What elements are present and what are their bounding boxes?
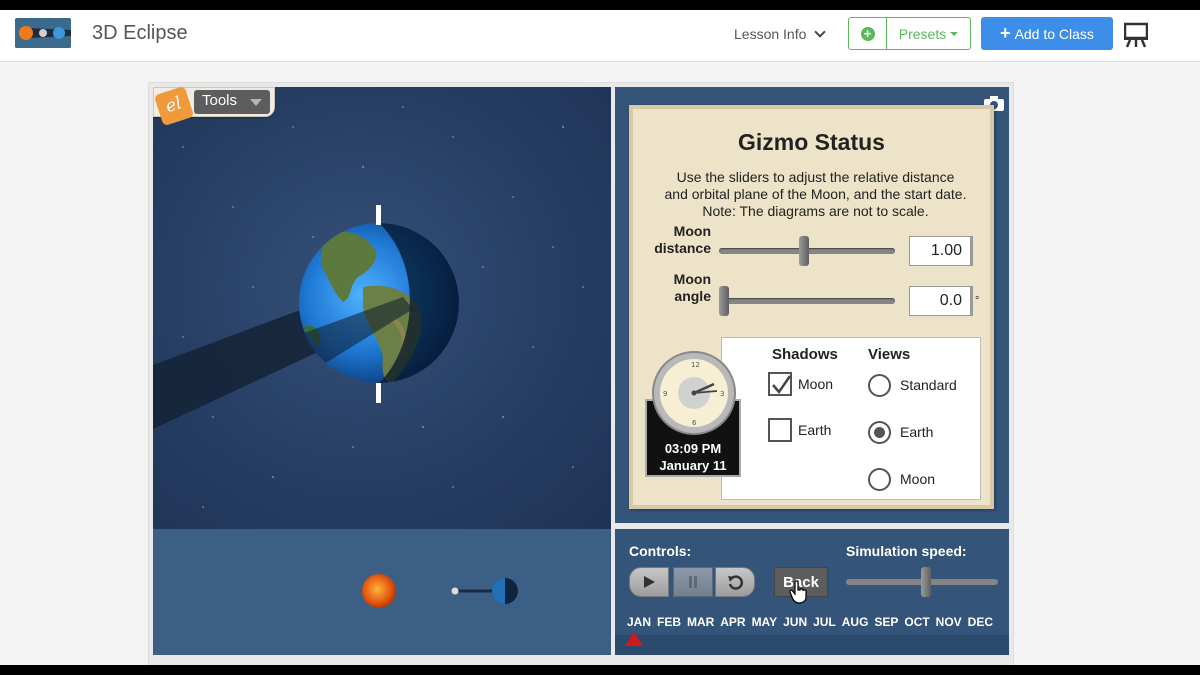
view-moon-radio[interactable] — [868, 468, 891, 491]
month-label-mar: MAR — [686, 615, 715, 629]
svg-text:9: 9 — [663, 390, 667, 398]
simulation-speed-slider-thumb[interactable] — [921, 567, 932, 597]
clock-icon: 12 3 6 9 — [652, 351, 736, 435]
caret-down-icon — [950, 31, 959, 36]
view-moon-label: Moon — [900, 471, 936, 487]
presenter-mode-button[interactable] — [1123, 22, 1149, 48]
app-frame: 3D Eclipse Lesson Info + Presets + Add t… — [0, 10, 1200, 665]
reset-icon — [728, 575, 743, 590]
hand-cursor-icon — [789, 580, 807, 604]
clock-date: January 11 — [659, 458, 727, 473]
month-label-sep: SEP — [874, 615, 899, 629]
play-icon — [644, 576, 655, 588]
gizmo-simulation: el Tools Gizmo Status Use the sliders to… — [148, 82, 1014, 665]
add-to-class-button[interactable]: + Add to Class — [981, 17, 1113, 50]
tools-bar: el Tools — [153, 87, 275, 127]
svg-text:3: 3 — [720, 390, 724, 398]
tools-label: Tools — [202, 92, 238, 109]
shadow-moon-label: Moon — [798, 376, 834, 392]
controls-label: Controls: — [629, 543, 692, 559]
date-timeline[interactable] — [615, 635, 1009, 655]
pause-button[interactable] — [673, 567, 713, 597]
reset-button[interactable] — [715, 567, 755, 597]
month-label-aug: AUG — [841, 615, 869, 629]
moon-distance-input[interactable]: 1.00 — [909, 236, 973, 266]
sun-earth-moon-diagram — [362, 574, 518, 608]
pause-icon — [689, 576, 697, 588]
orbit-view[interactable] — [153, 529, 611, 655]
options-box: Shadows Views Moon Earth Standard Earth … — [721, 337, 981, 500]
clock-time: 03:09 PM — [664, 441, 722, 456]
eclipse-logo-icon — [15, 18, 71, 48]
view-earth-radio[interactable] — [868, 421, 891, 444]
presets-label: Presets — [898, 25, 947, 42]
presentation-icon — [1123, 22, 1149, 48]
month-label-jan: JAN — [627, 615, 652, 629]
top-header: 3D Eclipse Lesson Info + Presets + Add t… — [0, 10, 1200, 62]
month-label-jun: JUN — [783, 615, 808, 629]
month-label-oct: OCT — [904, 615, 930, 629]
plus-icon: + — [1000, 23, 1011, 43]
moon-angle-label-line2: angle — [674, 288, 711, 304]
moon-angle-slider-track[interactable] — [719, 298, 895, 304]
moon-distance-label-line2: distance — [654, 240, 711, 256]
moon-angle-input[interactable]: 0.0 — [909, 286, 973, 316]
views-heading: Views — [868, 346, 911, 363]
triangle-down-icon — [250, 99, 262, 106]
svg-text:6: 6 — [692, 419, 697, 427]
presets-dropdown[interactable]: Presets — [887, 18, 970, 49]
earth-scene — [153, 106, 584, 508]
lesson-info-label: Lesson Info — [734, 26, 807, 42]
add-preset-button[interactable]: + — [849, 18, 887, 49]
status-description: Use the sliders to adjust the relative d… — [664, 169, 967, 219]
month-label-apr: APR — [720, 615, 746, 629]
moon-distance-label-line1: Moon — [673, 223, 711, 239]
plus-circle-icon: + — [860, 26, 875, 41]
moon-distance-slider-thumb[interactable] — [798, 236, 809, 266]
gizmo-status-card: Gizmo Status Use the sliders to adjust t… — [629, 105, 994, 509]
simulation-speed-label: Simulation speed: — [846, 543, 967, 559]
presets-group: + Presets — [848, 17, 971, 50]
view-standard-radio[interactable] — [868, 374, 891, 397]
gizmo-logo[interactable] — [15, 18, 71, 48]
degree-unit: ° — [975, 295, 980, 307]
chevron-down-icon — [814, 26, 827, 38]
month-label-dec: DEC — [967, 615, 993, 629]
month-label-may: MAY — [751, 615, 778, 629]
date-marker[interactable] — [625, 632, 643, 646]
shadow-earth-checkbox[interactable] — [768, 418, 792, 442]
view-earth-label: Earth — [900, 424, 934, 440]
earth-space-view[interactable]: el Tools — [153, 87, 611, 529]
lesson-info-dropdown[interactable]: Lesson Info — [734, 26, 827, 42]
shadow-earth-label: Earth — [798, 422, 832, 438]
shadows-heading: Shadows — [772, 346, 838, 363]
svg-text:12: 12 — [691, 361, 700, 369]
moon-angle-label: Moon angle — [647, 271, 711, 305]
clock-display: 12 3 6 9 03:09 PM January 11 — [645, 351, 741, 477]
moon-angle-label-line1: Moon — [673, 271, 711, 287]
shadow-moon-checkbox[interactable] — [768, 372, 792, 396]
tools-menu-button[interactable]: Tools — [194, 90, 270, 114]
month-label-feb: FEB — [656, 615, 681, 629]
moon-angle-slider-thumb[interactable] — [719, 286, 729, 316]
month-scale: JAN FEB MAR APR MAY JUN JUL AUG SEP OCT NOV DEC — [627, 615, 993, 629]
moon-icon — [451, 587, 459, 595]
month-label-jul: JUL — [813, 615, 836, 629]
month-label-nov: NOV — [935, 615, 962, 629]
checkmark-icon — [772, 375, 792, 395]
moon-distance-label: Moon distance — [647, 223, 711, 257]
status-title: Gizmo Status — [738, 129, 885, 155]
sun-icon — [362, 574, 396, 608]
app-title: 3D Eclipse — [92, 22, 188, 44]
view-standard-label: Standard — [900, 377, 957, 393]
play-button[interactable] — [629, 567, 669, 597]
add-to-class-label: Add to Class — [1014, 25, 1094, 42]
